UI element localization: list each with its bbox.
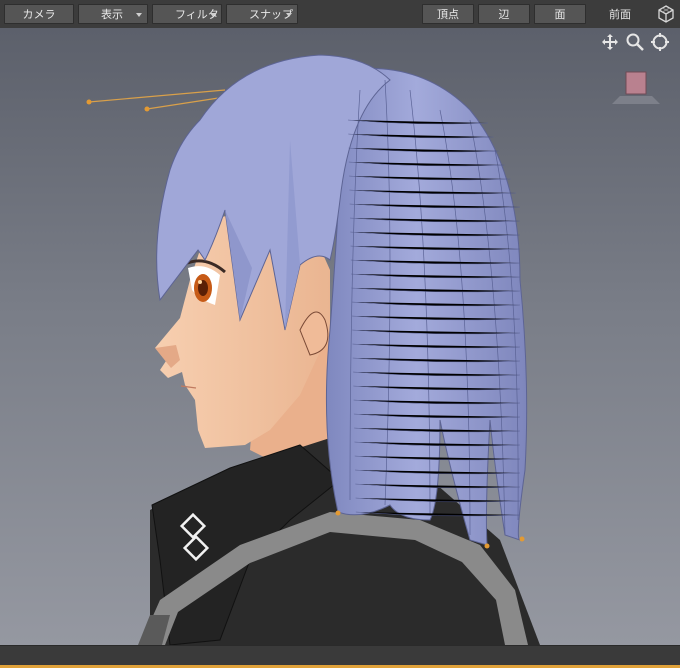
zoom-icon[interactable] bbox=[625, 32, 645, 52]
toolbar: カメラ 表示 フィルタ スナップ 頂点 辺 面 前面 bbox=[0, 0, 680, 29]
cube-icon[interactable] bbox=[656, 4, 676, 24]
3d-viewport[interactable] bbox=[0, 28, 680, 645]
status-bar bbox=[0, 645, 680, 668]
camera-menu[interactable]: カメラ bbox=[4, 4, 74, 24]
snap-menu[interactable]: スナップ bbox=[226, 4, 298, 24]
filter-menu[interactable]: フィルタ bbox=[152, 4, 222, 24]
character-model[interactable] bbox=[0, 28, 680, 645]
edge-mode-button[interactable]: 辺 bbox=[478, 4, 530, 24]
view-name-label[interactable]: 前面 bbox=[590, 4, 650, 24]
display-menu[interactable]: 表示 bbox=[78, 4, 148, 24]
target-icon[interactable] bbox=[650, 32, 670, 52]
move-icon[interactable] bbox=[600, 32, 620, 52]
bone-guides bbox=[86, 89, 226, 112]
face-mode-button[interactable]: 面 bbox=[534, 4, 586, 24]
material-swatch-icon[interactable] bbox=[606, 68, 666, 108]
vertex-mode-button[interactable]: 頂点 bbox=[422, 4, 474, 24]
